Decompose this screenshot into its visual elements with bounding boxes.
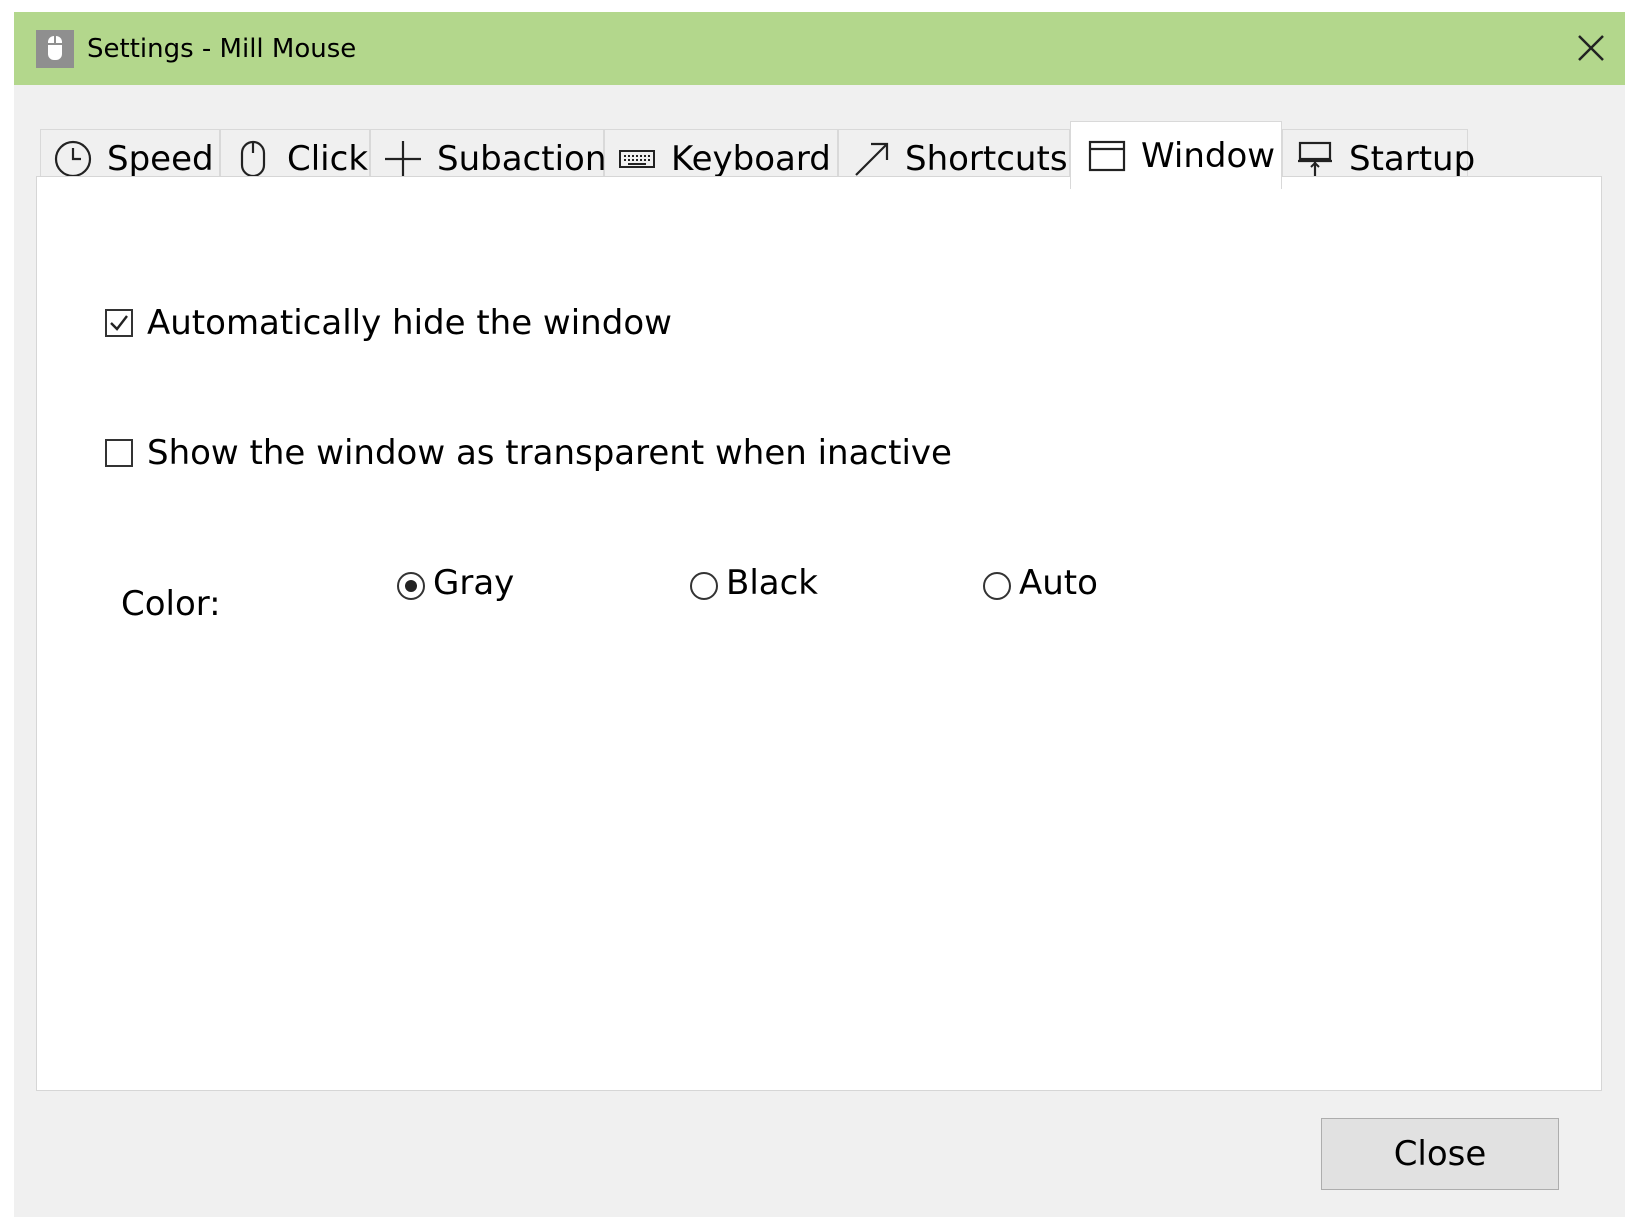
black-radio[interactable]	[690, 572, 718, 600]
transparent-label: Show the window as transparent when inac…	[147, 433, 952, 473]
auto-hide-option[interactable]: Automatically hide the window	[105, 303, 672, 343]
transparent-option[interactable]: Show the window as transparent when inac…	[105, 433, 952, 473]
auto-hide-label: Automatically hide the window	[147, 303, 672, 343]
tab-label: Window	[1141, 135, 1276, 176]
tab-label: Startup	[1349, 138, 1476, 179]
window-icon	[1087, 136, 1127, 176]
tab-label: Subaction	[437, 138, 607, 179]
close-icon[interactable]	[1571, 28, 1611, 68]
settings-window: Settings - Mill Mouse Speed Click Subact…	[14, 12, 1625, 1217]
window-title: Settings - Mill Mouse	[87, 34, 357, 64]
gray-label: Gray	[433, 563, 515, 603]
auto-radio[interactable]	[983, 572, 1011, 600]
gray-radio[interactable]	[397, 572, 425, 600]
title-bar: Settings - Mill Mouse	[14, 12, 1625, 85]
mouse-app-icon	[36, 30, 74, 68]
arrow-up-right-icon	[851, 139, 891, 179]
tab-label: Shortcuts	[905, 138, 1068, 179]
transparent-checkbox[interactable]	[105, 439, 133, 467]
black-label: Black	[726, 563, 818, 603]
color-gray-option[interactable]: Gray	[397, 563, 514, 603]
close-button[interactable]: Close	[1321, 1118, 1559, 1190]
color-auto-option[interactable]: Auto	[983, 563, 1098, 603]
auto-label: Auto	[1019, 563, 1098, 603]
color-label: Color:	[121, 584, 221, 624]
tab-strip: Speed Click Subaction Keyboard Shortcuts…	[14, 85, 1625, 190]
tab-window[interactable]: Window	[1070, 121, 1282, 189]
tab-label: Keyboard	[671, 138, 831, 179]
tab-label: Click	[287, 138, 369, 179]
tab-label: Speed	[107, 138, 214, 179]
keyboard-icon	[617, 139, 657, 179]
auto-hide-checkbox[interactable]	[105, 309, 133, 337]
pin-icon	[1295, 139, 1335, 179]
color-black-option[interactable]: Black	[690, 563, 818, 603]
mouse-icon	[233, 139, 273, 179]
window-settings-panel: Automatically hide the window Show the w…	[36, 176, 1602, 1091]
clock-icon	[53, 139, 93, 179]
plus-icon	[383, 139, 423, 179]
